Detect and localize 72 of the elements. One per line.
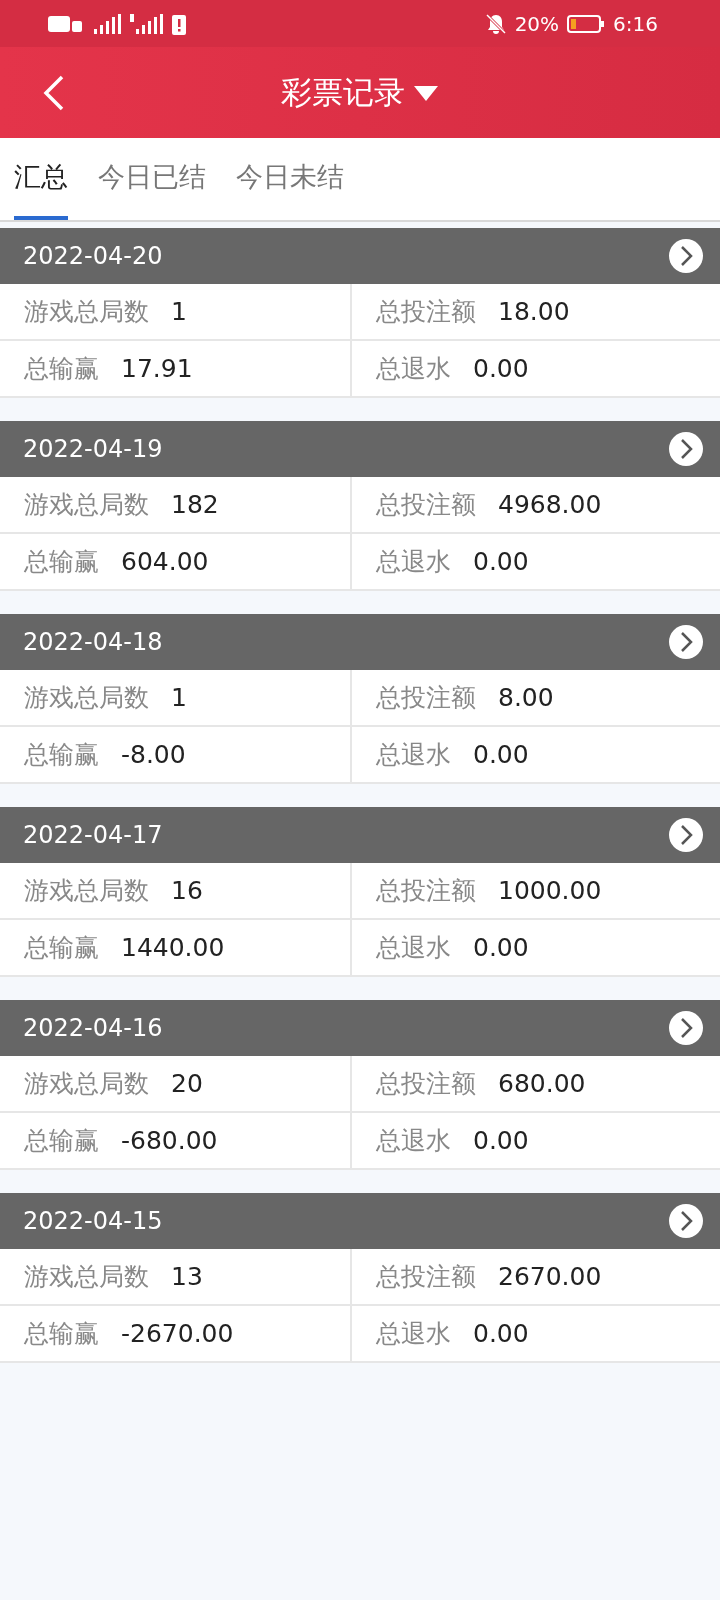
stat-value: 182 [171,488,219,521]
stat-label: 总投注额 [376,295,476,328]
stat-label: 游戏总局数 [24,295,149,328]
chevron-right-icon[interactable] [668,1010,704,1046]
stat-label: 总投注额 [376,1067,476,1100]
signal-icon [130,12,164,35]
tab[interactable]: 今日未结 [236,138,344,220]
stat-label: 游戏总局数 [24,874,149,907]
caret-icon[interactable] [413,83,439,102]
stat-value: 604.00 [121,545,209,578]
stat-label: 游戏总局数 [24,488,149,521]
stat-value: 1000.00 [498,874,602,907]
stat-label: 总输赢 [24,545,99,578]
stat-label: 总退水 [376,545,451,578]
chevron-right-icon[interactable] [668,238,704,274]
date-label: 2022-04-18 [23,627,163,658]
stat-label: 总退水 [376,1124,451,1157]
stat-value: 20 [171,1067,203,1100]
stat-value: -680.00 [121,1124,218,1157]
stat-label: 总输赢 [24,1124,99,1157]
signal-icon [92,12,122,35]
stat-label: 总退水 [376,1317,451,1350]
stat-label: 总投注额 [376,874,476,907]
stat-value: 1 [171,681,187,714]
date-label: 2022-04-20 [23,241,163,272]
stat-value: 13 [171,1260,203,1293]
stat-value: 0.00 [473,738,529,771]
stat-label: 总退水 [376,931,451,964]
stat-label: 总输赢 [24,738,99,771]
date-label: 2022-04-19 [23,434,163,465]
chevron-right-icon[interactable] [668,431,704,467]
stat-value: 1440.00 [121,931,225,964]
date-label: 2022-04-16 [23,1013,163,1044]
battery-percent: 20% [514,10,560,38]
stat-label: 总投注额 [376,1260,476,1293]
stat-value: 680.00 [498,1067,586,1100]
stat-label: 总投注额 [376,681,476,714]
stat-value: 16 [171,874,203,907]
stat-value: -2670.00 [121,1317,234,1350]
stat-label: 游戏总局数 [24,1067,149,1100]
stat-label: 总输赢 [24,931,99,964]
chevron-right-icon[interactable] [668,624,704,660]
stat-label: 游戏总局数 [24,1260,149,1293]
stat-value: 0.00 [473,352,529,385]
bell-off-icon [484,12,507,35]
date-label: 2022-04-15 [23,1206,163,1237]
date-label: 2022-04-17 [23,820,163,851]
stat-value: 18.00 [498,295,570,328]
stat-label: 总输赢 [24,352,99,385]
stat-value: 17.91 [121,352,193,385]
chevron-right-icon[interactable] [668,817,704,853]
stat-value: 2670.00 [498,1260,602,1293]
stat-value: 4968.00 [498,488,602,521]
stat-value: 0.00 [473,545,529,578]
chevron-right-icon[interactable] [668,1203,704,1239]
stat-value: -8.00 [121,738,186,771]
tab[interactable]: 汇总 [14,138,68,220]
stat-value: 0.00 [473,931,529,964]
stat-value: 0.00 [473,1124,529,1157]
battery-icon [567,13,606,34]
tab[interactable]: 今日已结 [98,138,206,220]
stat-label: 游戏总局数 [24,681,149,714]
stat-label: 总投注额 [376,488,476,521]
stat-value: 0.00 [473,1317,529,1350]
stat-value: 8.00 [498,681,554,714]
clock-time: 6:16 [613,10,658,38]
sim-alert-icon [172,12,186,35]
stat-label: 总输赢 [24,1317,99,1350]
title-dropdown[interactable]: 彩票记录 [281,69,439,116]
stat-label: 总退水 [376,352,451,385]
stat-label: 总退水 [376,738,451,771]
stat-value: 1 [171,295,187,328]
